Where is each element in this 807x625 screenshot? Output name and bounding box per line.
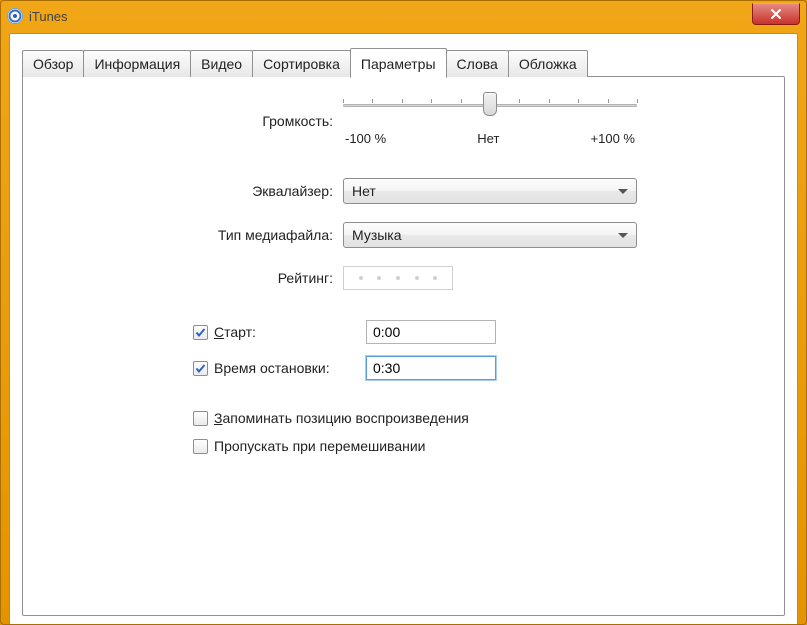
- stop-label: Время остановки:: [214, 360, 366, 376]
- start-time-input[interactable]: [366, 320, 496, 344]
- dialog-body: Обзор Информация Видео Сортировка Параме…: [9, 33, 798, 624]
- rating-control[interactable]: [343, 266, 453, 290]
- equalizer-label: Эквалайзер:: [43, 183, 343, 199]
- close-button[interactable]: [752, 3, 800, 25]
- equalizer-dropdown[interactable]: Нет: [343, 178, 637, 204]
- itunes-icon: [7, 8, 23, 24]
- stop-row: Время остановки:: [43, 356, 764, 380]
- tab-video[interactable]: Видео: [190, 50, 253, 77]
- window-title: iTunes: [29, 9, 752, 24]
- media-type-value: Музыка: [352, 227, 618, 243]
- chevron-down-icon: [618, 189, 628, 194]
- check-icon: [195, 363, 206, 374]
- skip-shuffle-checkbox[interactable]: [193, 439, 208, 454]
- equalizer-value: Нет: [352, 183, 618, 199]
- remember-position-row: Запоминать позицию воспроизведения: [43, 410, 764, 426]
- rating-label: Рейтинг:: [43, 270, 343, 286]
- stop-time-input[interactable]: [366, 356, 496, 380]
- close-icon: [770, 9, 782, 19]
- media-type-label: Тип медиафайла:: [43, 227, 343, 243]
- remember-position-label: Запоминать позицию воспроизведения: [214, 410, 469, 426]
- tab-sorting[interactable]: Сортировка: [252, 50, 351, 77]
- titlebar: iTunes: [1, 1, 806, 31]
- start-label: Старт:: [214, 324, 366, 340]
- volume-row: Громкость: -100 % Нет: [43, 95, 764, 146]
- rating-row: Рейтинг:: [43, 266, 764, 290]
- volume-slider[interactable]: -100 % Нет +100 %: [343, 95, 637, 146]
- tab-options[interactable]: Параметры: [350, 48, 447, 78]
- tabs: Обзор Информация Видео Сортировка Параме…: [22, 48, 785, 77]
- skip-shuffle-label: Пропускать при перемешивании: [214, 438, 425, 454]
- chevron-down-icon: [618, 233, 628, 238]
- tab-artwork[interactable]: Обложка: [508, 50, 588, 77]
- stop-checkbox[interactable]: [193, 361, 208, 376]
- remember-position-checkbox[interactable]: [193, 411, 208, 426]
- volume-slider-thumb[interactable]: [483, 92, 497, 116]
- volume-slider-labels: -100 % Нет +100 %: [343, 131, 637, 146]
- media-type-row: Тип медиафайла: Музыка: [43, 222, 764, 248]
- window-frame: iTunes Обзор Информация Видео Сортировка…: [0, 0, 807, 625]
- volume-label: Громкость:: [43, 113, 343, 129]
- skip-shuffle-row: Пропускать при перемешивании: [43, 438, 764, 454]
- check-icon: [195, 327, 206, 338]
- equalizer-row: Эквалайзер: Нет: [43, 178, 764, 204]
- tab-overview[interactable]: Обзор: [22, 50, 84, 77]
- tab-info[interactable]: Информация: [83, 50, 191, 77]
- start-checkbox[interactable]: [193, 325, 208, 340]
- media-type-dropdown[interactable]: Музыка: [343, 222, 637, 248]
- tab-panel-options: Громкость: -100 % Нет: [22, 76, 785, 616]
- start-row: Старт:: [43, 320, 764, 344]
- tab-lyrics[interactable]: Слова: [446, 50, 509, 77]
